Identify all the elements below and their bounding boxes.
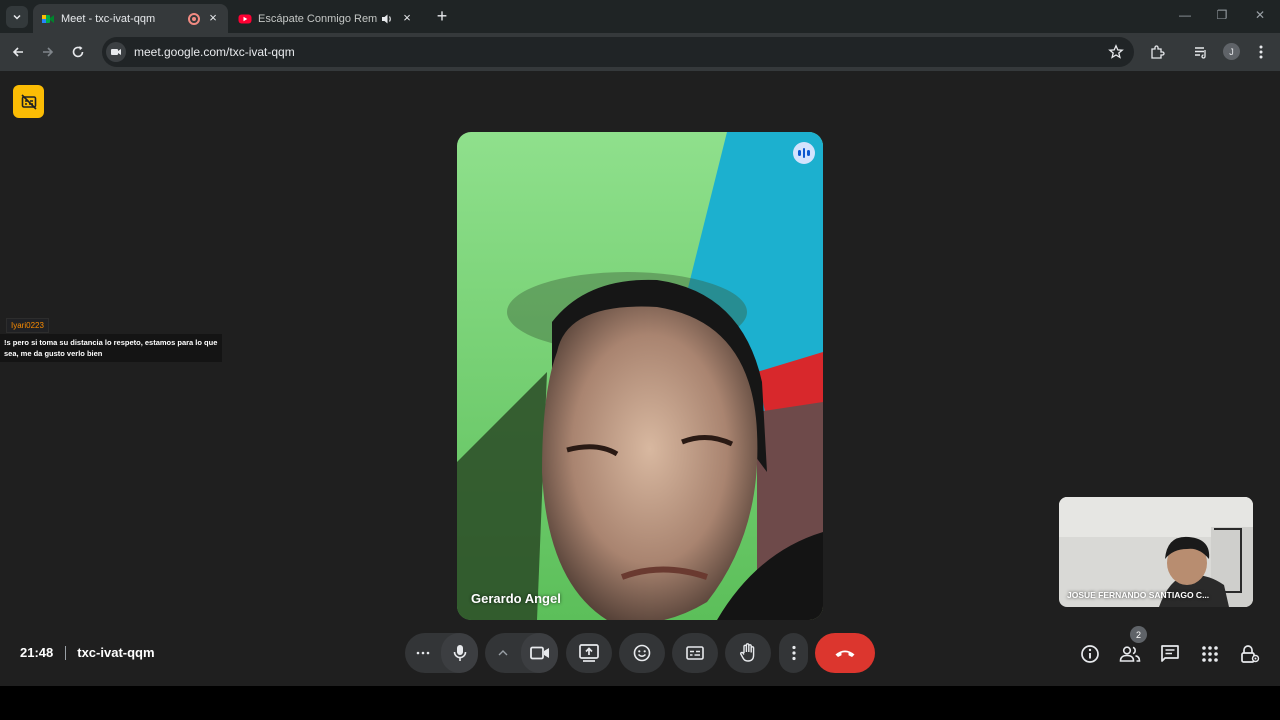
restore-button[interactable]: ❐ [1212,8,1232,24]
speaking-icon [798,150,801,156]
captions-button[interactable] [672,633,718,673]
plus-icon: + [436,6,448,26]
mic-control-group [405,633,478,673]
extensions-button[interactable] [1148,43,1166,61]
raise-hand-icon [740,643,755,662]
more-vert-icon [791,645,796,661]
audio-icon[interactable] [380,12,394,26]
back-button[interactable] [8,42,28,62]
end-call-icon [835,650,855,657]
meet-stage: Iyari0223 !s pero si toma su distancia l… [0,71,1280,686]
close-icon[interactable]: × [206,11,220,25]
more-horiz-icon [416,651,430,655]
captions-icon [686,646,704,660]
host-controls-button[interactable] [1239,643,1261,665]
chat-message: !s pero si toma su distancia lo respeto,… [0,334,222,362]
meeting-details-button[interactable] [1079,643,1101,665]
reload-icon [72,46,84,58]
tab-list-icon [13,14,21,20]
forward-button[interactable] [38,42,58,62]
participant-video [457,132,823,620]
meet-favicon [42,14,54,23]
people-icon [1119,646,1141,662]
info-icon [1081,645,1099,663]
emoji-icon [633,644,651,662]
extensions-icon [1151,45,1165,59]
media-control-icon [1195,47,1206,59]
meeting-time: 21:48 [20,645,54,660]
captions-off-badge[interactable] [13,85,44,118]
chat-username: Iyari0223 [6,318,49,333]
video-options-button[interactable] [485,633,521,673]
chevron-up-icon [498,650,508,656]
close-icon: ✕ [1254,8,1266,22]
more-options-button[interactable] [779,633,808,673]
meeting-code: txc-ivat-qqm [77,645,155,660]
chat-button[interactable] [1159,643,1181,665]
present-icon [579,644,599,662]
present-button[interactable] [566,633,612,673]
people-count-badge: 2 [1130,626,1147,643]
meeting-info: 21:48 txc-ivat-qqm [20,645,155,660]
back-arrow-icon [12,47,23,57]
host-controls-icon [1241,645,1260,663]
tab-meet[interactable]: Meet - txc-ivat-qqm × [33,4,228,33]
self-participant-tile[interactable]: JOSUE FERNANDO SANTIAGO C... [1059,497,1253,607]
camera-icon [529,646,549,660]
chat-icon [1161,645,1179,662]
activities-button[interactable] [1199,643,1221,665]
participant-name: Gerardo Angel [471,591,561,606]
mic-button[interactable] [441,633,478,673]
browser-menu-button[interactable] [1252,43,1270,61]
restore-icon: ❐ [1216,8,1228,22]
reactions-button[interactable] [619,633,665,673]
media-control-button[interactable] [1192,43,1210,61]
record-icon [188,13,200,25]
divider [65,645,67,660]
tab-title: Meet - txc-ivat-qqm [61,12,156,25]
chat-overlay: Iyari0223 !s pero si toma su distancia l… [0,315,224,362]
url-text: meet.google.com/txc-ivat-qqm [134,45,295,59]
main-participant-tile[interactable]: Gerardo Angel [457,132,823,620]
tab-youtube[interactable]: Escápate Conmigo Remix, V × [232,4,422,33]
close-icon[interactable]: × [400,11,414,25]
browser-toolbar: meet.google.com/txc-ivat-qqm J [0,33,1280,71]
captions-off-icon [20,93,37,110]
browser-tab-bar: Meet - txc-ivat-qqm × Escápate Conmigo R… [0,0,1280,33]
youtube-favicon [238,14,252,23]
reload-button[interactable] [68,42,88,62]
camera-control-group [485,633,558,673]
letterbox-bar [0,686,1280,720]
new-tab-button[interactable]: + [433,6,451,26]
tab-title: Escápate Conmigo Remix, V [258,12,378,25]
star-icon[interactable] [1108,44,1124,60]
site-info-icon [111,49,121,55]
self-participant-name: JOSUE FERNANDO SANTIAGO C... [1067,590,1210,600]
raise-hand-button[interactable] [725,633,771,673]
minimize-icon: — [1179,8,1191,22]
speaking-indicator [793,142,815,164]
leave-call-button[interactable] [815,633,875,673]
people-button[interactable] [1119,643,1141,665]
forward-arrow-icon [43,47,54,57]
address-bar[interactable]: meet.google.com/txc-ivat-qqm [102,37,1134,67]
camera-button[interactable] [521,633,558,673]
mic-icon [453,645,466,661]
activities-icon [1202,646,1218,662]
audio-options-button[interactable] [405,633,441,673]
profile-avatar[interactable]: J [1223,43,1240,60]
minimize-button[interactable]: — [1175,8,1195,24]
tab-list-button[interactable] [6,6,28,28]
more-vert-icon [1259,45,1263,59]
window-close-button[interactable]: ✕ [1250,8,1270,24]
site-info-button[interactable] [106,42,126,62]
